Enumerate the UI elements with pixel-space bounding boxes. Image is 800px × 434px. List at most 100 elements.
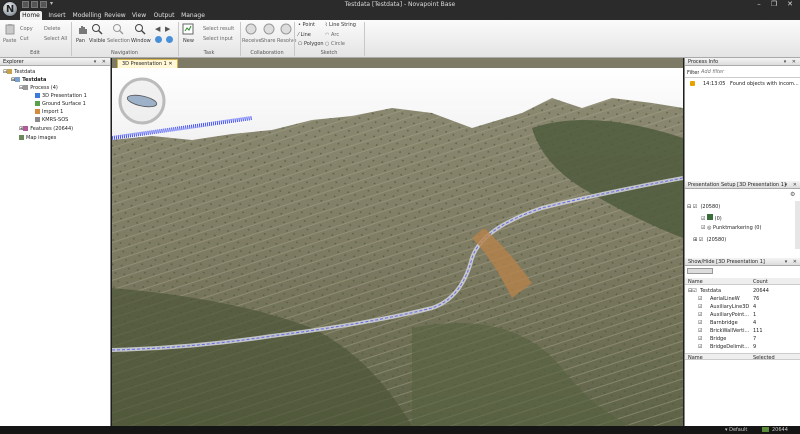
tree-item-ground-surface[interactable]: Ground Surface 1 (35, 101, 86, 108)
tree-item-map-images[interactable]: Map images (19, 135, 56, 142)
select-input-button[interactable]: Select input (203, 36, 233, 42)
select-result-button[interactable]: Select result (203, 26, 234, 32)
column-count[interactable]: Count (753, 279, 768, 285)
navigation-compass[interactable] (118, 77, 166, 125)
sketch-line-label: Line (300, 32, 311, 38)
close-button[interactable]: ✕ (783, 0, 797, 9)
column-name[interactable]: Name (688, 355, 703, 361)
view-toggle-buttons[interactable] (687, 268, 713, 274)
sketch-point-button[interactable]: • Point (298, 22, 315, 28)
tree-item-3d-presentation[interactable]: 3D Presentation 1 (35, 93, 87, 100)
profile-selector[interactable]: ▾ Default (725, 427, 747, 433)
tree-item-import[interactable]: Import 1 (35, 109, 63, 116)
features-icon (23, 126, 29, 131)
collaboration-group-label: Collaboration (250, 50, 284, 56)
show-hide-row[interactable]: ⊟☑ Testdata 20644 (685, 287, 800, 295)
log-message[interactable]: Found objects with incom... (730, 81, 800, 87)
panel-controls-icon[interactable]: ▾ ✕ (785, 181, 799, 189)
checkbox[interactable]: ☑ (698, 312, 702, 318)
setup-row[interactable]: ⊟ ☑ (20580) (687, 204, 720, 210)
share-icon (263, 23, 275, 35)
filter-input[interactable] (701, 68, 797, 76)
checkbox[interactable]: ☑ (698, 320, 702, 326)
setup-row[interactable]: ☑ ◎ Punktmarkering (0) (701, 225, 761, 231)
layer-icon (35, 117, 40, 122)
tab-output[interactable]: Output (152, 11, 176, 20)
tree-item-kmrs[interactable]: KMRS-SOS (35, 117, 68, 124)
show-hide-row[interactable]: ☑ BridgeDelimit... 9 (685, 343, 800, 351)
new-task-button[interactable]: New (183, 38, 194, 44)
checkbox[interactable]: ☑ (698, 336, 702, 342)
maximize-button[interactable]: ❐ (767, 0, 781, 9)
tree-item-label: Testdata (22, 77, 47, 83)
receive-button[interactable]: Receive (242, 38, 262, 44)
pan-button[interactable]: Pan (76, 38, 85, 44)
selection-button[interactable]: Selection (107, 38, 130, 44)
panel-controls-icon[interactable]: ▾ ✕ (785, 258, 799, 266)
row-name: Barnbridge (710, 320, 738, 326)
sketch-arc-button[interactable]: ◠ Arc (325, 32, 339, 38)
back-icon[interactable]: ◀ (155, 25, 160, 33)
qa-dropdown-icon[interactable]: ▾ (50, 0, 53, 7)
app-logo[interactable]: N (2, 1, 18, 17)
window-button[interactable]: Window (131, 38, 151, 44)
tab-home[interactable]: Home (20, 11, 42, 20)
cut-button[interactable]: Cut (20, 36, 29, 42)
forward-icon[interactable]: ▶ (165, 25, 170, 33)
tree-item-features[interactable]: ⊞ Features (20644) (19, 126, 73, 133)
scrollbar[interactable] (795, 201, 800, 249)
checkbox[interactable]: ☑ (698, 344, 702, 350)
checkbox[interactable]: ☑ (698, 328, 702, 334)
zoom-visible-icon (92, 24, 103, 35)
zoom-out-icon[interactable] (155, 36, 162, 43)
tab-close-icon[interactable]: ✕ (168, 61, 172, 67)
visible-button[interactable]: Visible (89, 38, 105, 44)
tree-item-label: Ground Surface 1 (42, 101, 86, 107)
tab-3d-presentation[interactable]: 3D Presentation 1 ✕ (117, 59, 178, 68)
qa-new-icon[interactable] (22, 1, 29, 8)
tab-manage[interactable]: Manage (180, 11, 206, 20)
show-hide-row[interactable]: ☑ AuxiliaryLine3D 4 (685, 303, 800, 311)
sketch-polygon-button[interactable]: ⬠ Polygon (298, 41, 324, 47)
setup-row[interactable]: ☑ (0) (701, 214, 722, 222)
panel-controls-icon[interactable]: ▾ ✕ (94, 58, 108, 66)
share-button[interactable]: Share (261, 38, 275, 44)
tab-review[interactable]: Review (104, 11, 126, 20)
row-name: AuxiliaryPoint... (710, 312, 749, 318)
select-all-button[interactable]: Select All (44, 36, 67, 42)
sketch-linestring-button[interactable]: ⌇ Line String (325, 22, 356, 28)
show-hide-row[interactable]: ☑ Barnbridge 4 (685, 319, 800, 327)
copy-button[interactable]: Copy (20, 26, 33, 32)
minimize-button[interactable]: – (752, 0, 766, 9)
tree-item-process[interactable]: ⊟ Process (4) (19, 85, 58, 92)
delete-button[interactable]: Delete (44, 26, 60, 32)
column-name[interactable]: Name (688, 279, 703, 285)
zoom-in-icon[interactable] (166, 36, 173, 43)
checkbox[interactable]: ☑ (698, 296, 702, 302)
sketch-circle-button[interactable]: ○ Circle (325, 41, 345, 47)
checkbox[interactable]: ☑ (698, 304, 702, 310)
panel-controls-icon[interactable]: ▾ ✕ (784, 58, 798, 66)
3d-terrain-view[interactable] (112, 68, 683, 426)
row-name: AerialLineW (710, 296, 740, 302)
tree-item-root[interactable]: ⊟ Testdata (3, 69, 35, 76)
settings-gear-icon[interactable]: ⚙ (790, 191, 795, 198)
tab-modelling[interactable]: Modelling (72, 11, 102, 20)
tree-item-dataset[interactable]: ⊟ Testdata (11, 77, 46, 84)
setup-row[interactable]: ⊞ ☑ (20580) (693, 237, 726, 243)
tab-insert[interactable]: Insert (46, 11, 68, 20)
sketch-line-button[interactable]: ⁄ Line (298, 32, 311, 38)
expand-icon[interactable]: ⊟☑ (688, 288, 697, 294)
show-hide-row[interactable]: ☑ BrickWallVerti... 111 (685, 327, 800, 335)
show-hide-row[interactable]: ☑ AerialLineW 76 (685, 295, 800, 303)
tab-view[interactable]: View (130, 11, 148, 20)
show-hide-row[interactable]: ☑ AuxiliaryPoint... 1 (685, 311, 800, 319)
divider (685, 77, 800, 78)
paste-button[interactable]: Paste (3, 38, 17, 44)
qa-open-icon[interactable] (31, 1, 38, 8)
column-selected[interactable]: Selected (753, 355, 775, 361)
qa-save-icon[interactable] (40, 1, 47, 8)
explorer-panel: Explorer ▾ ✕ ⊟ Testdata ⊟ Testdata ⊟ Proces… (0, 58, 111, 426)
right-dock: Process Info ▾ ✕ Filter 14:13:05 Found o… (684, 58, 800, 426)
show-hide-row[interactable]: ☑ Bridge 7 (685, 335, 800, 343)
